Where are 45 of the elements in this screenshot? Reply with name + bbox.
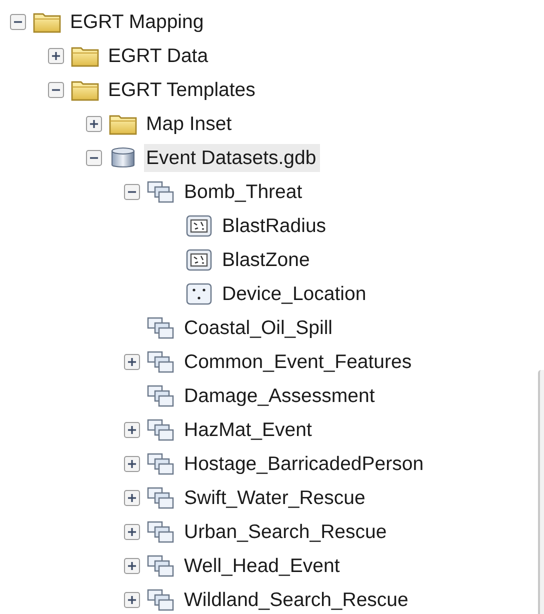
tree-item[interactable]: BlastZone	[220, 246, 314, 274]
scrollbar-thumb[interactable]	[538, 370, 544, 614]
tree-item[interactable]: Urban_Search_Rescue	[182, 518, 391, 546]
collapse-icon[interactable]	[46, 80, 66, 100]
tree-item[interactable]: EGRT Templates	[106, 76, 260, 104]
stacked-windows-icon	[146, 486, 176, 510]
stacked-windows-icon	[146, 384, 176, 408]
tree-item[interactable]: Coastal_Oil_Spill	[182, 314, 336, 342]
tree-item[interactable]: Common_Event_Features	[182, 348, 416, 376]
tree-item[interactable]: EGRT Data	[106, 42, 212, 70]
collapse-icon[interactable]	[122, 182, 142, 202]
tree-item[interactable]: Damage_Assessment	[182, 382, 379, 410]
expand-icon[interactable]	[122, 488, 142, 508]
stacked-windows-icon	[146, 452, 176, 476]
expand-icon[interactable]	[122, 556, 142, 576]
tree-item[interactable]: Hostage_BarricadedPerson	[182, 450, 428, 478]
expand-icon[interactable]	[122, 590, 142, 610]
collapse-icon[interactable]	[84, 148, 104, 168]
expand-icon[interactable]	[122, 454, 142, 474]
collapse-icon[interactable]	[8, 12, 28, 32]
stacked-windows-icon	[146, 350, 176, 374]
stacked-windows-icon	[146, 554, 176, 578]
expand-icon[interactable]	[46, 46, 66, 66]
expand-icon[interactable]	[122, 352, 142, 372]
tree-item[interactable]: Wildland_Search_Rescue	[182, 586, 412, 614]
tree-item[interactable]: BlastRadius	[220, 212, 330, 240]
polygon-layer-icon	[184, 214, 214, 238]
stacked-windows-icon	[146, 418, 176, 442]
point-layer-icon	[184, 282, 214, 306]
stacked-windows-icon	[146, 180, 176, 204]
stacked-windows-icon	[146, 520, 176, 544]
expand-icon[interactable]	[122, 522, 142, 542]
tree-item[interactable]: Map Inset	[144, 110, 236, 138]
stacked-windows-icon	[146, 316, 176, 340]
tree-item[interactable]: HazMat_Event	[182, 416, 316, 444]
expand-icon[interactable]	[122, 420, 142, 440]
tree-item[interactable]: Bomb_Threat	[182, 178, 306, 206]
tree-item[interactable]: Device_Location	[220, 280, 370, 308]
tree-item[interactable]: Well_Head_Event	[182, 552, 344, 580]
expand-icon[interactable]	[84, 114, 104, 134]
tree-item[interactable]: Event Datasets.gdb	[144, 144, 320, 172]
stacked-windows-icon	[146, 588, 176, 612]
polygon-layer-icon	[184, 248, 214, 272]
tree-item[interactable]: Swift_Water_Rescue	[182, 484, 370, 512]
tree-item[interactable]: EGRT Mapping	[68, 8, 208, 36]
